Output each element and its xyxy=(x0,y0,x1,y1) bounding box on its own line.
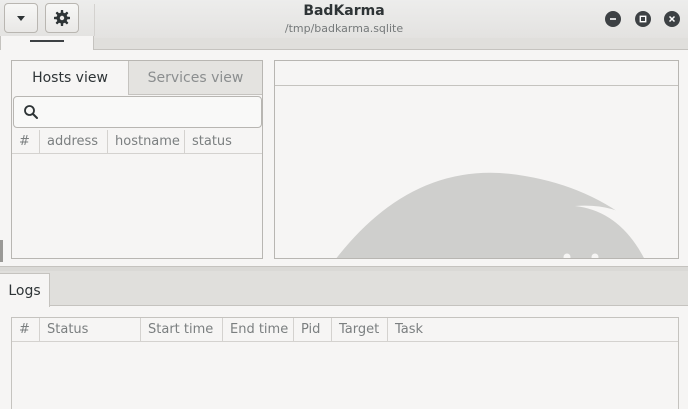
column-header-hostname[interactable]: hostname xyxy=(108,130,185,153)
tab-hosts-view[interactable]: Hosts view xyxy=(12,61,129,95)
badkarma-logo-watermark xyxy=(336,172,669,258)
column-header-task[interactable]: Task xyxy=(388,318,678,341)
logs-tab-strip xyxy=(0,271,688,306)
header-bar: BadKarma /tmp/badkarma.sqlite xyxy=(0,0,688,40)
column-header-status[interactable]: status xyxy=(185,130,262,153)
logs-panel: # Status Start time End time Pid Target … xyxy=(11,317,679,409)
maximize-button[interactable] xyxy=(635,11,651,27)
top-notebook-tab[interactable] xyxy=(0,36,94,50)
detail-panel xyxy=(274,60,679,259)
column-header-status[interactable]: Status xyxy=(40,318,141,341)
tab-logs[interactable]: Logs xyxy=(0,273,50,307)
logs-table-header: # Status Start time End time Pid Target … xyxy=(12,318,678,342)
top-tab-label-fragment xyxy=(30,40,64,42)
column-header-number[interactable]: # xyxy=(12,318,40,341)
minimize-icon xyxy=(610,18,616,20)
column-header-pid[interactable]: Pid xyxy=(294,318,332,341)
close-button[interactable] xyxy=(664,11,680,27)
column-header-end-time[interactable]: End time xyxy=(223,318,294,341)
close-icon xyxy=(668,15,676,23)
window-subtitle: /tmp/badkarma.sqlite xyxy=(284,22,404,35)
minimize-button[interactable] xyxy=(605,11,621,27)
column-header-number[interactable]: # xyxy=(12,130,40,153)
tab-services-view[interactable]: Services view xyxy=(129,61,262,95)
hosts-table-header: # address hostname status xyxy=(12,130,262,154)
pane-grip[interactable] xyxy=(0,240,3,262)
hosts-tabs: Hosts view Services view xyxy=(12,61,262,95)
column-header-address[interactable]: address xyxy=(40,130,108,153)
search-icon xyxy=(24,105,38,119)
column-header-target[interactable]: Target xyxy=(332,318,388,341)
hosts-search-input[interactable] xyxy=(13,96,262,128)
hosts-panel: Hosts view Services view # address hostn… xyxy=(11,60,263,259)
maximize-icon xyxy=(639,15,647,23)
top-tab-strip xyxy=(94,38,688,50)
window-title: BadKarma xyxy=(303,3,385,19)
column-header-start-time[interactable]: Start time xyxy=(141,318,223,341)
